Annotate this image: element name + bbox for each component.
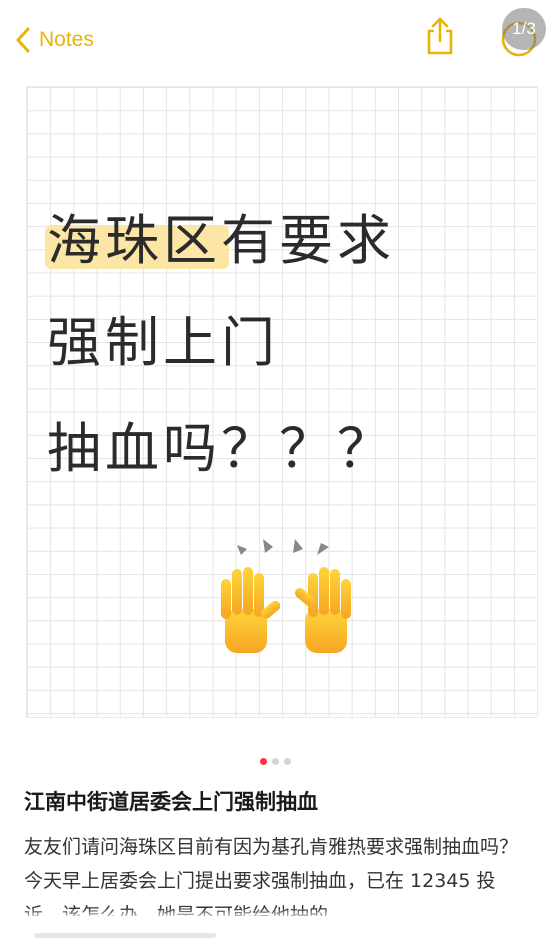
line-1-rest: 有要求: [221, 209, 395, 272]
sparkle-icon: [237, 539, 329, 555]
handwritten-line-2: 强制上门: [47, 311, 279, 374]
post-body: 友友们请问海珠区目前有因为基孔肯雅热要求强制抽血吗？今天早上居委会上门提出要求强…: [24, 836, 519, 916]
share-button[interactable]: [422, 16, 458, 56]
page-indicator: 1/3: [502, 8, 546, 50]
share-icon: [427, 17, 453, 55]
chevron-left-icon: [16, 27, 30, 53]
post-title: 江南中街道居委会上门强制抽血: [24, 790, 318, 814]
back-label: Notes: [39, 28, 94, 51]
pager-dot-1[interactable]: [260, 758, 267, 765]
highlighted-text: 海珠区: [47, 209, 221, 272]
home-indicator: [34, 933, 216, 938]
back-button[interactable]: Notes: [16, 22, 94, 58]
note-image[interactable]: 海珠区有要求 强制上门 抽血吗？？？: [26, 86, 538, 718]
pager-dot-3[interactable]: [284, 758, 291, 765]
raising-hands-icon: [221, 567, 351, 653]
image-pager[interactable]: [260, 758, 291, 765]
handwritten-line-1: 海珠区有要求: [47, 209, 395, 273]
pager-dot-2[interactable]: [272, 758, 279, 765]
handwritten-line-3: 抽血吗？？？: [47, 417, 395, 480]
top-bar: Notes 1/3: [0, 0, 555, 80]
